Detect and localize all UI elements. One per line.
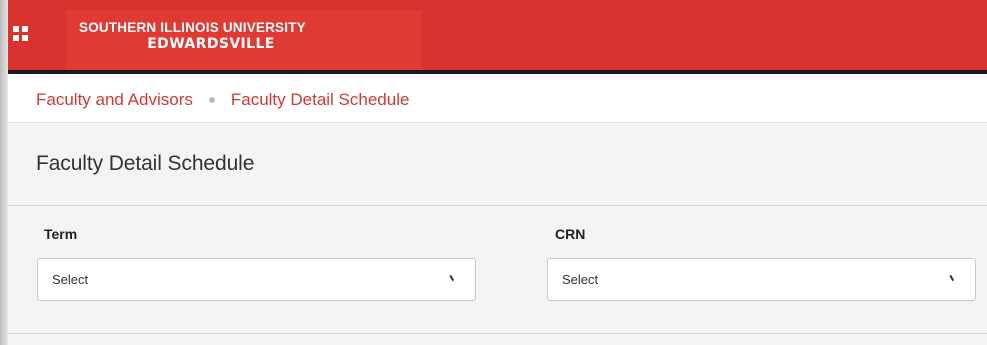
breadcrumb-faculty-detail-schedule[interactable]: Faculty Detail Schedule: [231, 90, 410, 110]
breadcrumb-separator: [208, 97, 215, 103]
page-title: Faculty Detail Schedule: [36, 152, 255, 175]
crn-label: CRN: [555, 226, 586, 242]
chevron-down-icon: [945, 274, 955, 284]
term-label: Term: [44, 226, 78, 242]
brand-line-1: SOUTHERN ILLINOIS UNIVERSITY: [79, 20, 306, 35]
breadcrumb: Faculty and Advisors Faculty Detail Sche…: [36, 88, 409, 112]
term-select-value: Select: [52, 272, 89, 287]
breadcrumb-faculty-and-advisors[interactable]: Faculty and Advisors: [36, 90, 193, 110]
section-divider: [8, 333, 987, 334]
term-select[interactable]: Select: [37, 258, 476, 301]
window-edge: [0, 0, 8, 345]
header-divider: [8, 70, 987, 74]
apps-grid-icon[interactable]: [13, 26, 29, 42]
brand-line-2: EDWARDSVILLE: [147, 36, 275, 52]
chevron-down-icon: [445, 274, 455, 284]
crn-select[interactable]: Select: [547, 258, 976, 301]
title-divider: [8, 205, 987, 206]
crn-select-value: Select: [562, 272, 599, 287]
app-window: SOUTHERN ILLINOIS UNIVERSITY EDWARDSVILL…: [0, 0, 987, 345]
